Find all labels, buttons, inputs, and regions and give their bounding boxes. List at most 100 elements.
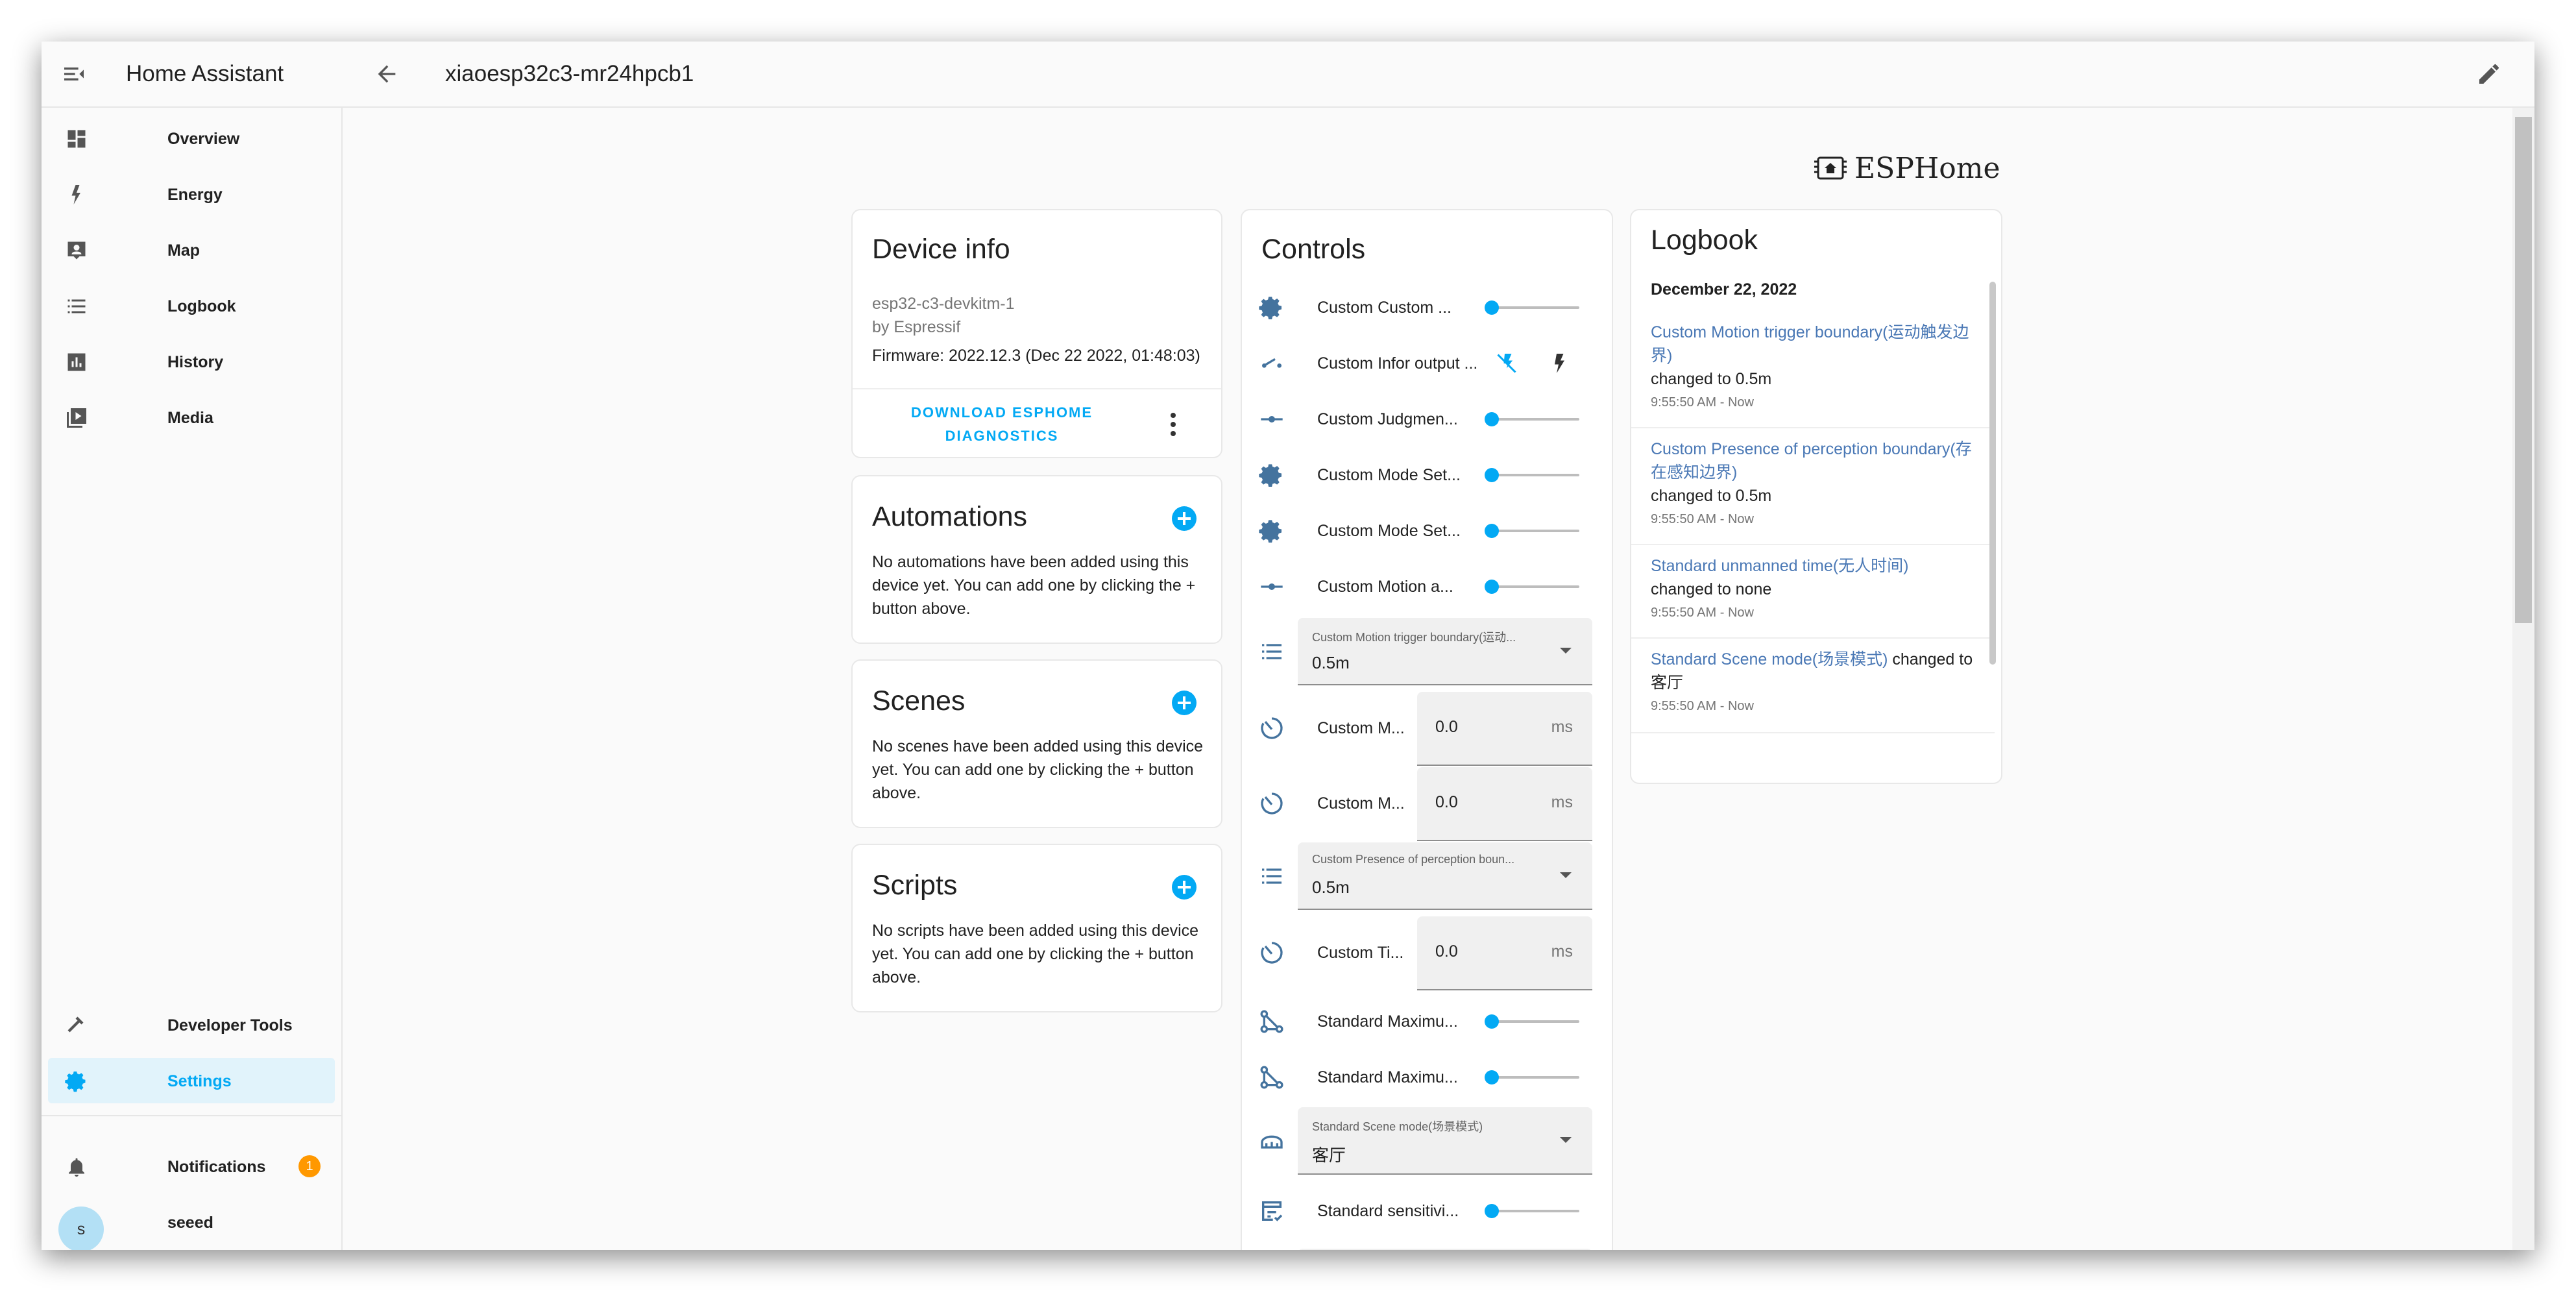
number-value: 0.0: [1435, 718, 1458, 736]
sidebar-divider: [42, 1115, 341, 1116]
card-title: Controls: [1261, 234, 1366, 265]
pencil-icon[interactable]: [2476, 61, 2502, 87]
control-label: Custom M...: [1317, 794, 1405, 813]
logbook-timestamp: 9:55:50 AM - Now: [1651, 395, 1754, 410]
slider-knob[interactable]: [1485, 1070, 1499, 1084]
sidebar-item-energy[interactable]: Energy: [48, 171, 335, 217]
control-row: Custom Motion a...: [1242, 561, 1612, 613]
sidebar: Home Assistant Overview Energy Map Logbo…: [42, 42, 343, 1250]
logbook-entry: Custom Motion trigger boundary(运动触发边 界) …: [1631, 312, 1995, 428]
sidebar-item-developer-tools[interactable]: Developer Tools: [48, 1002, 335, 1048]
scrollbar-thumb[interactable]: [2515, 117, 2532, 623]
logbook-entity-link[interactable]: Custom Presence of perception boundary(存: [1651, 437, 1988, 461]
control-row: Standard Maximu...: [1242, 996, 1612, 1048]
control-label: Standard Maximu...: [1317, 1012, 1458, 1031]
esphome-chip-icon: [1814, 156, 1847, 180]
logbook-icon: [65, 295, 88, 318]
number-input[interactable]: 0.0 ms: [1417, 692, 1592, 766]
logbook-entity-link[interactable]: 在感知边界): [1651, 461, 1988, 484]
control-row: Standard Maximu...: [1242, 1051, 1612, 1103]
more-vert-icon[interactable]: [1167, 410, 1180, 439]
scene-mode-select[interactable]: Standard Scene mode(场景模式) 客厅: [1298, 1107, 1592, 1175]
number-unit: ms: [1551, 942, 1573, 961]
control-slider[interactable]: [1485, 524, 1579, 538]
sidebar-item-map[interactable]: Map: [48, 227, 335, 273]
download-diagnostics-label: DIAGNOSTICS: [945, 428, 1059, 444]
logbook-entity-link[interactable]: Standard unmanned time(无人时间): [1651, 554, 1988, 578]
number-input[interactable]: 0.0 ms: [1417, 767, 1592, 841]
download-diagnostics-button[interactable]: DOWNLOAD ESPHOME DIAGNOSTICS: [905, 401, 1099, 448]
sidebar-item-label: History: [167, 353, 224, 371]
logbook-entity-link[interactable]: Standard Scene mode(场景模式): [1651, 650, 1888, 668]
card-title: Logbook: [1651, 225, 1758, 256]
ray-vertex-icon: [1259, 406, 1285, 432]
control-row: Custom Mode Set...: [1242, 449, 1612, 501]
sidebar-item-settings[interactable]: Settings: [48, 1058, 335, 1103]
sidebar-item-label: Map: [167, 241, 200, 260]
sidebar-item-history[interactable]: History: [48, 339, 335, 384]
slider-knob[interactable]: [1485, 524, 1499, 538]
logbook-scrollbar[interactable]: [1989, 282, 1996, 665]
flash-off-icon[interactable]: [1495, 352, 1518, 375]
device-manufacturer: by Espressif: [872, 318, 961, 336]
control-label: Custom Mode Set...: [1317, 522, 1461, 540]
energy-icon: [65, 183, 88, 206]
slider-knob[interactable]: [1485, 412, 1499, 426]
control-slider[interactable]: [1485, 1070, 1579, 1084]
device-firmware: Firmware: 2022.12.3 (Dec 22 2022, 01:48:…: [872, 347, 1200, 365]
control-select-partial[interactable]: [1298, 1249, 1592, 1250]
hammer-icon: [65, 1014, 88, 1037]
gear-icon: [1259, 462, 1285, 488]
page-scrollbar[interactable]: [2512, 108, 2534, 1250]
add-scene-icon[interactable]: [1172, 691, 1197, 715]
card-text: yet. You can add one by clicking the + b…: [872, 761, 1194, 779]
control-slider[interactable]: [1485, 1204, 1579, 1218]
scenes-card: Scenes No scenes have been added using t…: [851, 659, 1222, 828]
logbook-entity-link[interactable]: 界): [1651, 344, 1988, 367]
control-row: Custom Mode Set...: [1242, 505, 1612, 557]
slider-knob[interactable]: [1485, 1204, 1499, 1218]
logbook-change-text: changed to 0.5m: [1651, 487, 1772, 505]
sidebar-item-user[interactable]: s seeed: [48, 1199, 335, 1250]
sidebar-item-logbook[interactable]: Logbook: [48, 283, 335, 328]
select-value: 0.5m: [1312, 653, 1350, 672]
sidebar-item-overview[interactable]: Overview: [48, 116, 335, 161]
back-arrow-icon[interactable]: [374, 61, 400, 87]
number-value: 0.0: [1435, 793, 1458, 811]
page-title: xiaoesp32c3-mr24hpcb1: [445, 61, 694, 86]
gear-icon: [1259, 518, 1285, 544]
slider-knob[interactable]: [1485, 1014, 1499, 1029]
control-slider[interactable]: [1485, 300, 1579, 315]
presence-perception-boundary-select[interactable]: Custom Presence of perception boun... 0.…: [1298, 842, 1592, 910]
flash-icon[interactable]: [1547, 352, 1570, 375]
logbook-entity-link[interactable]: Custom Motion trigger boundary(运动触发边: [1651, 321, 1988, 344]
control-slider[interactable]: [1485, 1014, 1579, 1029]
sidebar-item-media[interactable]: Media: [48, 395, 335, 440]
select-label: Standard Scene mode(场景模式): [1312, 1120, 1483, 1133]
device-model: esp32-c3-devkitm-1: [872, 295, 1015, 313]
add-script-icon[interactable]: [1172, 875, 1197, 900]
logbook-change-value: 客厅: [1651, 674, 1684, 692]
control-label: Standard sensitivi...: [1317, 1202, 1459, 1220]
overview-icon: [65, 127, 88, 151]
add-automation-icon[interactable]: [1172, 506, 1197, 531]
card-title: Scenes: [872, 685, 966, 717]
slider-knob[interactable]: [1485, 468, 1499, 482]
menu-collapse-icon[interactable]: [61, 61, 87, 87]
slider-knob[interactable]: [1485, 580, 1499, 594]
control-slider[interactable]: [1485, 412, 1579, 426]
motion-trigger-boundary-select[interactable]: Custom Motion trigger boundary(运动... 0.5…: [1298, 618, 1592, 685]
logbook-timestamp: 9:55:50 AM - Now: [1651, 699, 1754, 713]
number-input[interactable]: 0.0 ms: [1417, 916, 1592, 990]
dropdown-arrow-icon: [1560, 872, 1572, 878]
card-text: above.: [872, 784, 921, 802]
app-window: Home Assistant Overview Energy Map Logbo…: [42, 42, 2534, 1250]
sidebar-item-notifications[interactable]: Notifications 1: [48, 1144, 335, 1189]
avatar: s: [58, 1207, 104, 1250]
control-slider[interactable]: [1485, 468, 1579, 482]
scripts-card: Scripts No scripts have been added using…: [851, 844, 1222, 1012]
control-label: Custom Motion a...: [1317, 578, 1453, 596]
slider-knob[interactable]: [1485, 300, 1499, 315]
gear-icon: [1259, 295, 1285, 321]
control-slider[interactable]: [1485, 580, 1579, 594]
